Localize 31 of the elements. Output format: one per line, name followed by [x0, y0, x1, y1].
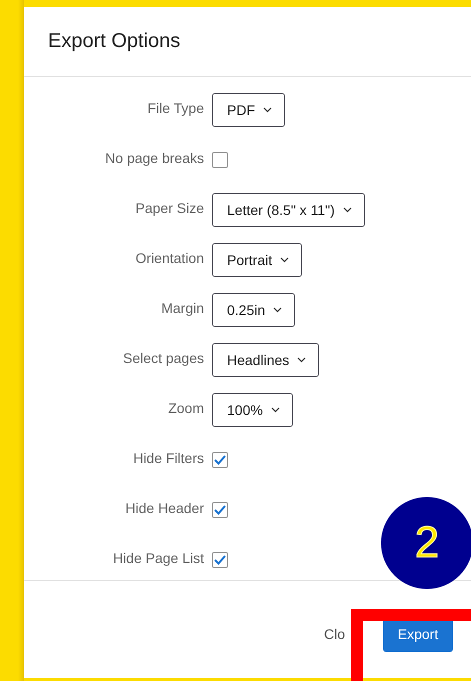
dropdown[interactable]: 100% [212, 393, 293, 427]
field-label: File Type [146, 100, 204, 116]
dropdown[interactable]: 0.25in [212, 293, 296, 327]
checkbox[interactable] [212, 152, 228, 168]
field-label: Hide Filters [132, 450, 204, 466]
dialog-title: Export Options [48, 30, 180, 53]
caret-icon [280, 257, 290, 263]
field-label: No page breaks [104, 150, 204, 166]
field-label: Margin [160, 300, 204, 316]
caret-icon [342, 207, 352, 213]
field-label: Paper Size [134, 200, 204, 216]
close-button[interactable]: Clo [324, 626, 345, 642]
checkmark-icon [214, 505, 226, 515]
checkmark-icon [214, 555, 226, 565]
caret-icon [270, 407, 280, 413]
field-label: Select pages [122, 350, 204, 366]
dropdown[interactable]: Portrait [212, 243, 302, 277]
caret-icon [297, 357, 306, 363]
dropdown[interactable]: Letter (8.5" x 11") [212, 193, 365, 227]
field-label: Zoom [167, 400, 204, 416]
field-label: Hide Page List [112, 550, 204, 566]
checkbox[interactable] [212, 502, 228, 518]
caret-icon [273, 307, 282, 313]
dropdown[interactable]: PDF [212, 93, 285, 127]
field-label: Orientation [134, 250, 204, 266]
checkbox[interactable] [212, 552, 228, 568]
checkmark-icon [214, 455, 226, 465]
caret-icon [263, 107, 272, 113]
dropdown[interactable]: Headlines [212, 343, 320, 377]
field-label: Hide Header [124, 500, 204, 516]
checkbox[interactable] [212, 452, 228, 468]
